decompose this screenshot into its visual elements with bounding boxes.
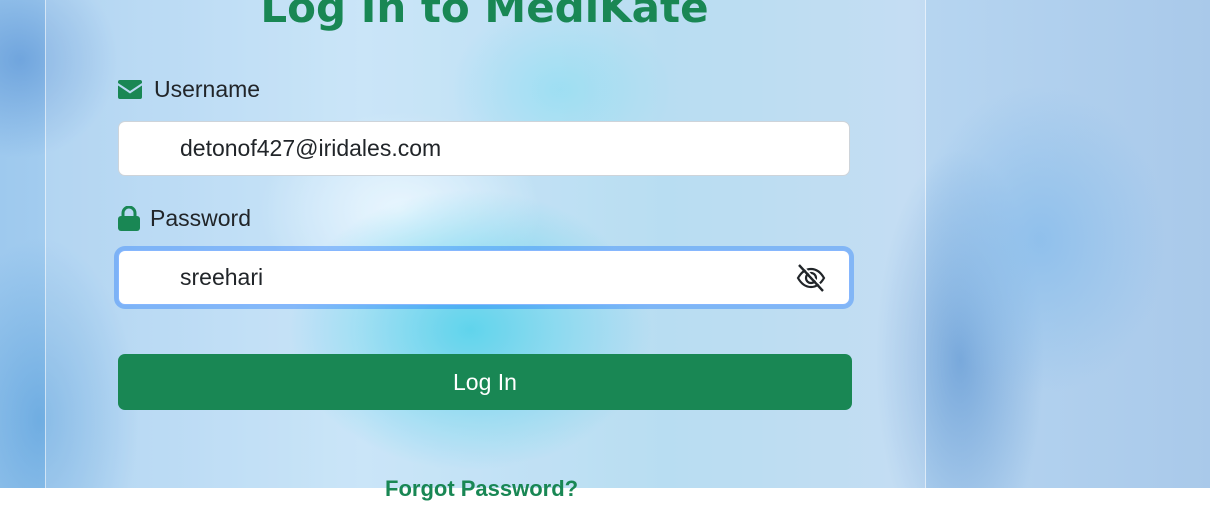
page-title: Log In to MediKate: [260, 0, 709, 32]
login-button[interactable]: Log In: [118, 354, 852, 410]
password-input[interactable]: sreehari: [118, 250, 850, 305]
username-input[interactable]: detonof427@iridales.com: [118, 121, 850, 176]
username-label: Username: [118, 76, 260, 103]
username-label-text: Username: [154, 76, 261, 102]
eye-slash-icon[interactable]: [795, 262, 827, 299]
password-value: sreehari: [180, 264, 264, 290]
envelope-icon: [118, 80, 142, 99]
password-label-text: Password: [150, 205, 251, 231]
forgot-password-link[interactable]: Forgot Password?: [385, 474, 578, 504]
username-value: detonof427@iridales.com: [180, 135, 442, 161]
password-label: Password: [118, 205, 251, 232]
lock-icon: [118, 206, 140, 231]
